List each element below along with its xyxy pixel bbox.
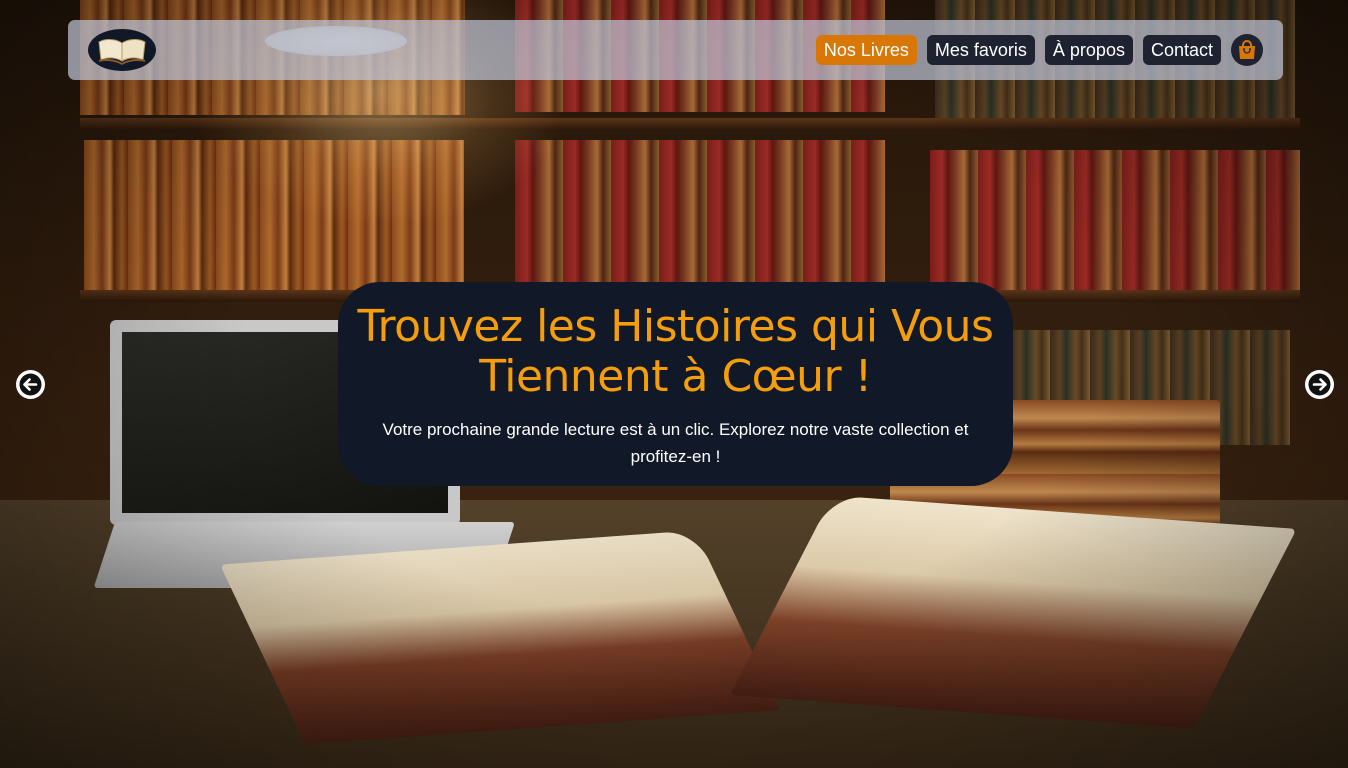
arrow-right-icon — [1308, 373, 1331, 396]
navbar: Nos Livres Mes favoris À propos Contact — [68, 20, 1283, 80]
nav-link-nos-livres[interactable]: Nos Livres — [815, 35, 917, 65]
hero-card: Trouvez les Histoires qui Vous Tiennent … — [338, 282, 1013, 486]
carousel-next-button[interactable] — [1305, 370, 1334, 399]
hero-subtitle: Votre prochaine grande lecture est à un … — [382, 420, 969, 466]
logo[interactable] — [88, 29, 156, 71]
nav-link-contact[interactable]: Contact — [1142, 35, 1221, 65]
nav-link-a-propos[interactable]: À propos — [1044, 35, 1133, 65]
carousel-prev-button[interactable] — [16, 370, 45, 399]
nav-link-mes-favoris[interactable]: Mes favoris — [926, 35, 1035, 65]
nav-links: Nos Livres Mes favoris À propos Contact — [815, 34, 1263, 66]
hero-title: Trouvez les Histoires qui Vous Tiennent … — [357, 301, 994, 402]
arrow-left-icon — [19, 373, 42, 396]
shopping-bag-icon — [1239, 40, 1255, 59]
open-book-icon — [98, 39, 146, 65]
cart-button[interactable] — [1231, 34, 1263, 66]
